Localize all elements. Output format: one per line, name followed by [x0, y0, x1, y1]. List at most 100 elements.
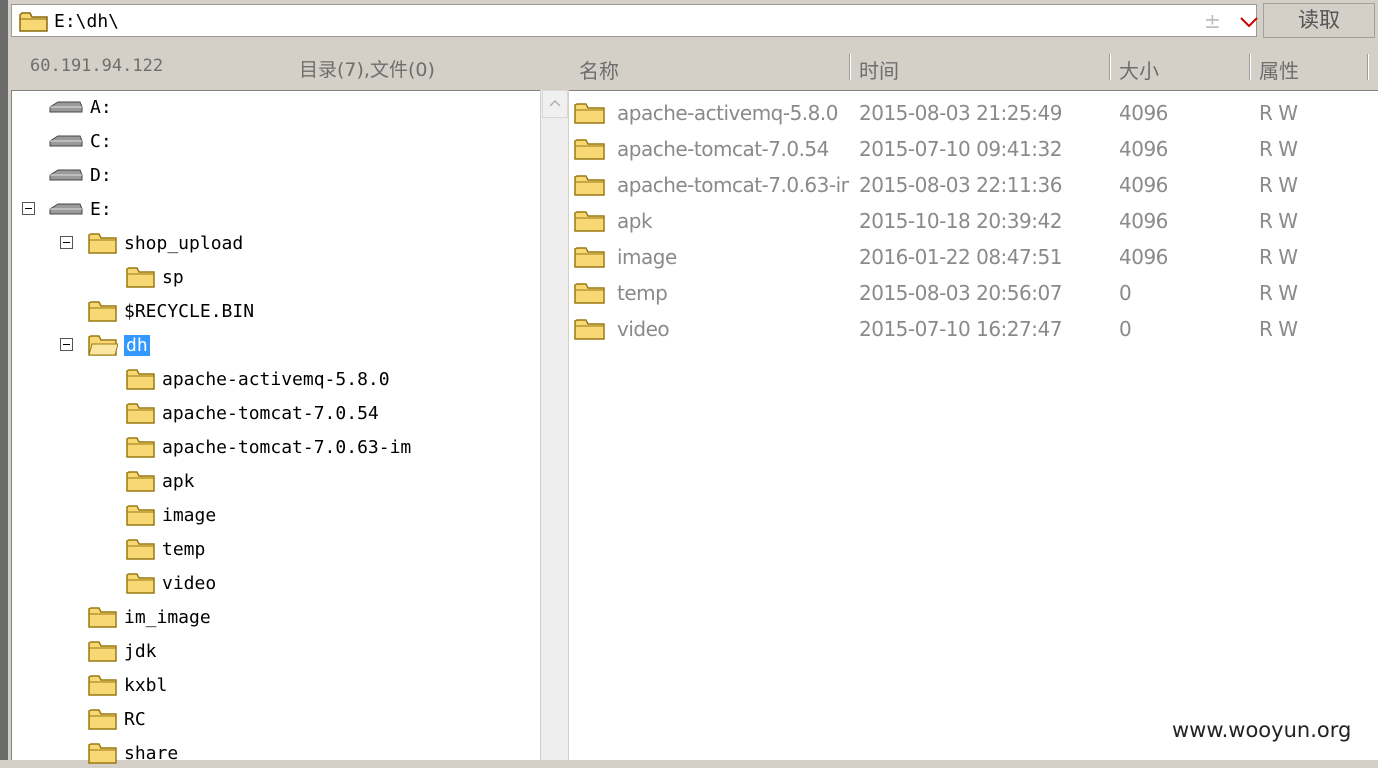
folder-icon	[574, 211, 605, 232]
file-time: 2015-08-03 20:56:07	[859, 281, 1062, 305]
scroll-up-icon	[549, 99, 561, 107]
tree-label: im_image	[124, 606, 211, 628]
dir-file-count: 目录(7),文件(0)	[299, 59, 435, 81]
tree-label: E:	[90, 198, 112, 220]
file-size: 4096	[1119, 245, 1168, 269]
folder-icon	[88, 675, 117, 696]
file-attr: R W	[1259, 137, 1298, 161]
drive-icon	[49, 135, 83, 147]
tree-node-folder[interactable]: share	[88, 738, 178, 768]
folder-icon	[126, 267, 155, 288]
column-header-size[interactable]: 大小	[1119, 55, 1159, 84]
folder-icon	[88, 641, 117, 662]
file-size: 4096	[1119, 173, 1168, 197]
tree-node-folder-selected[interactable]: dh	[88, 330, 150, 360]
folder-icon	[574, 283, 605, 304]
folder-icon	[574, 139, 605, 160]
tree-label: $RECYCLE.BIN	[124, 300, 255, 322]
file-time: 2015-10-18 20:39:42	[859, 209, 1062, 233]
tree-node-drive[interactable]: E:	[48, 194, 112, 224]
directory-tree[interactable]: A: C: D: E: shop_upload sp $RECYCLE.BIN …	[11, 90, 540, 764]
column-header-name[interactable]: 名称	[579, 55, 619, 84]
folder-icon	[19, 12, 48, 32]
tree-node-folder[interactable]: apk	[126, 466, 195, 496]
file-size: 4096	[1119, 137, 1168, 161]
column-separator[interactable]	[1249, 54, 1251, 80]
tree-node-folder[interactable]: RC	[88, 704, 146, 734]
collapse-icon[interactable]	[22, 202, 35, 215]
tree-label: temp	[162, 538, 206, 560]
tree-node-folder[interactable]: im_image	[88, 602, 211, 632]
folder-icon	[126, 573, 155, 594]
column-header-attr[interactable]: 属性	[1259, 55, 1299, 84]
tree-node-folder[interactable]: apache-activemq-5.8.0	[126, 364, 390, 394]
file-size: 4096	[1119, 101, 1168, 125]
tree-label: apache-activemq-5.8.0	[162, 368, 390, 390]
chevron-down-icon[interactable]	[1239, 16, 1259, 28]
folder-icon	[126, 539, 155, 560]
file-time: 2015-08-03 21:25:49	[859, 101, 1062, 125]
tree-node-folder[interactable]: temp	[126, 534, 205, 564]
tree-scrollbar[interactable]	[540, 90, 568, 760]
plus-minus-icon[interactable]: ±	[1204, 9, 1221, 33]
column-separator[interactable]	[1109, 54, 1111, 80]
file-row[interactable]: video 2015-07-10 16:27:47 0 R W	[569, 310, 1378, 344]
open-folder-icon	[88, 335, 118, 356]
tree-label: image	[162, 504, 217, 526]
tree-node-folder[interactable]: image	[126, 500, 216, 530]
file-attr: R W	[1259, 101, 1298, 125]
folder-icon	[574, 103, 605, 124]
scroll-up-button[interactable]	[542, 90, 568, 118]
tree-header: 60.191.94.122 目录(7),文件(0)	[11, 46, 539, 88]
file-row[interactable]: apache-tomcat-7.0.54 2015-07-10 09:41:32…	[569, 130, 1378, 164]
tree-node-folder[interactable]: shop_upload	[88, 228, 243, 258]
window-left-edge	[0, 0, 8, 760]
file-attr: R W	[1259, 281, 1298, 305]
file-name: apache-activemq-5.8.0	[617, 101, 838, 125]
collapse-icon[interactable]	[60, 236, 73, 249]
tree-node-drive[interactable]: C:	[48, 126, 112, 156]
file-time: 2015-07-10 09:41:32	[859, 137, 1062, 161]
tree-node-drive[interactable]: D:	[48, 160, 112, 190]
folder-icon	[574, 247, 605, 268]
file-row[interactable]: apk 2015-10-18 20:39:42 4096 R W	[569, 202, 1378, 236]
tree-node-folder[interactable]: $RECYCLE.BIN	[88, 296, 254, 326]
file-row[interactable]: temp 2015-08-03 20:56:07 0 R W	[569, 274, 1378, 308]
tree-node-folder[interactable]: jdk	[88, 636, 157, 666]
column-separator[interactable]	[849, 54, 851, 80]
server-ip: 60.191.94.122	[30, 56, 164, 76]
collapse-icon[interactable]	[60, 338, 73, 351]
address-bar[interactable]: E:\dh\ ±	[11, 4, 1259, 37]
tree-node-folder[interactable]: video	[126, 568, 216, 598]
tree-node-drive[interactable]: A:	[48, 92, 112, 122]
file-size: 4096	[1119, 209, 1168, 233]
file-size: 0	[1119, 281, 1132, 305]
tree-node-folder[interactable]: apache-tomcat-7.0.63-im	[126, 432, 411, 462]
file-row[interactable]: apache-activemq-5.8.0 2015-08-03 21:25:4…	[569, 94, 1378, 128]
folder-icon	[88, 607, 117, 628]
file-list[interactable]: apache-activemq-5.8.0 2015-08-03 21:25:4…	[569, 90, 1378, 760]
column-separator[interactable]	[1367, 54, 1369, 80]
watermark: www.wooyun.org	[1172, 718, 1352, 742]
file-name: apk	[617, 209, 653, 233]
drive-icon	[49, 203, 83, 215]
folder-icon	[126, 471, 155, 492]
file-size: 0	[1119, 317, 1132, 341]
file-attr: R W	[1259, 209, 1298, 233]
tree-label: share	[124, 742, 179, 764]
tree-node-folder[interactable]: sp	[126, 262, 184, 292]
file-name: temp	[617, 281, 668, 305]
file-name: apache-tomcat-7.0.63-im	[617, 173, 849, 197]
folder-icon	[126, 437, 155, 458]
read-button[interactable]: 读取	[1263, 3, 1375, 38]
file-row[interactable]: apache-tomcat-7.0.63-im 2015-08-03 22:11…	[569, 166, 1378, 200]
tree-label-selected: dh	[124, 334, 150, 356]
tree-node-folder[interactable]: apache-tomcat-7.0.54	[126, 398, 379, 428]
folder-icon	[88, 301, 117, 322]
folder-icon	[574, 319, 605, 340]
tree-node-folder[interactable]: kxbl	[88, 670, 167, 700]
address-path[interactable]: E:\dh\	[54, 11, 119, 32]
column-header-time[interactable]: 时间	[859, 55, 899, 84]
file-row[interactable]: image 2016-01-22 08:47:51 4096 R W	[569, 238, 1378, 272]
file-attr: R W	[1259, 317, 1298, 341]
